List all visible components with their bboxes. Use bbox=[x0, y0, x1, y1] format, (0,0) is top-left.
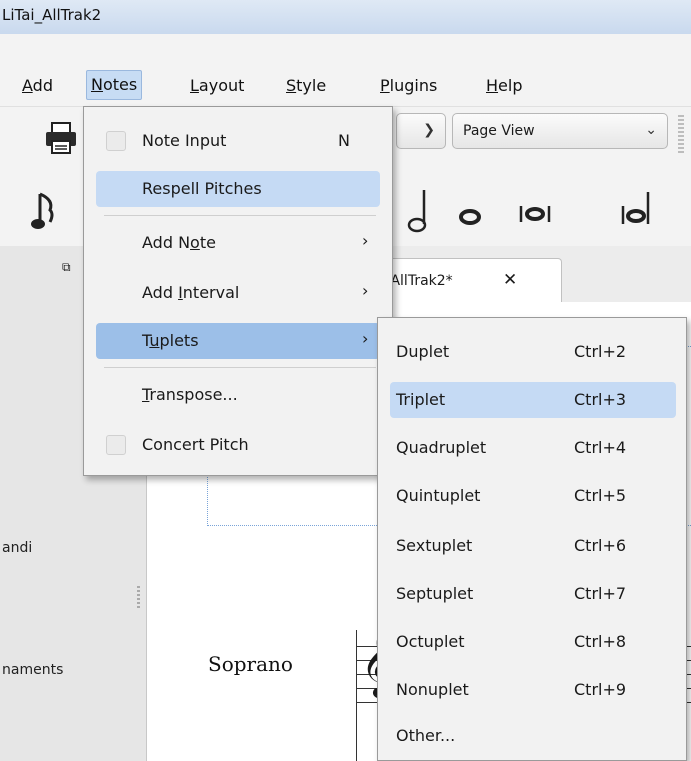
palette-item-arpeggio[interactable]: andi bbox=[2, 540, 32, 556]
menu-item-sextuplet[interactable]: Sextuplet Ctrl+6 bbox=[390, 528, 676, 564]
menu-item-nonuplet[interactable]: Nonuplet Ctrl+9 bbox=[390, 672, 676, 708]
menu-item-septuplet[interactable]: Septuplet Ctrl+7 bbox=[390, 576, 676, 612]
instrument-name: Soprano bbox=[208, 652, 293, 676]
menu-item-respell-pitches[interactable]: Respell Pitches bbox=[96, 171, 380, 207]
menu-item-add-interval[interactable]: Add Interval › bbox=[96, 275, 380, 311]
toolbar-grip[interactable] bbox=[678, 115, 684, 155]
menu-item-quadruplet[interactable]: Quadruplet Ctrl+4 bbox=[390, 430, 676, 466]
menu-plugins[interactable]: Plugins bbox=[378, 74, 439, 97]
title-bar: LiTai_AllTrak2 bbox=[0, 0, 691, 34]
note-input-icon[interactable] bbox=[30, 192, 60, 232]
chevron-right-icon: › bbox=[362, 329, 369, 348]
splitter-handle[interactable] bbox=[137, 586, 140, 610]
checkbox-icon[interactable] bbox=[106, 131, 126, 151]
menu-item-octuplet[interactable]: Octuplet Ctrl+8 bbox=[390, 624, 676, 660]
longa-note-icon[interactable] bbox=[620, 188, 654, 230]
menu-item-triplet[interactable]: Triplet Ctrl+3 bbox=[390, 382, 676, 418]
close-icon[interactable]: ✕ bbox=[503, 270, 517, 290]
view-mode-select[interactable]: Page View ⌄ bbox=[452, 113, 668, 149]
view-mode-label: Page View bbox=[463, 123, 535, 139]
chevron-right-icon: › bbox=[362, 231, 369, 250]
menu-item-note-input[interactable]: Note Input N bbox=[96, 123, 380, 159]
palette-item-ornaments[interactable]: naments bbox=[2, 662, 63, 678]
menu-separator bbox=[104, 367, 376, 368]
window-title: LiTai_AllTrak2 bbox=[2, 6, 102, 24]
menu-help[interactable]: Help bbox=[484, 74, 524, 97]
breve-note-icon[interactable] bbox=[518, 200, 552, 228]
chevron-right-icon: › bbox=[362, 281, 369, 300]
menu-notes[interactable]: Notes bbox=[86, 70, 143, 100]
chevron-down-icon: ❯ bbox=[423, 122, 435, 138]
half-note-icon[interactable] bbox=[402, 188, 432, 234]
menu-add[interactable]: Add bbox=[20, 74, 55, 97]
undock-icon[interactable]: ⧉ bbox=[62, 260, 71, 275]
menu-item-other[interactable]: Other... bbox=[390, 718, 676, 754]
whole-note-icon[interactable] bbox=[455, 204, 485, 228]
menu-separator bbox=[104, 215, 376, 216]
checkbox-icon[interactable] bbox=[106, 435, 126, 455]
chevron-down-icon: ⌄ bbox=[645, 122, 657, 138]
menu-item-concert-pitch[interactable]: Concert Pitch bbox=[96, 427, 380, 463]
menu-item-quintuplet[interactable]: Quintuplet Ctrl+5 bbox=[390, 478, 676, 514]
menu-style[interactable]: Style bbox=[284, 74, 328, 97]
zoom-combo[interactable]: ❯ bbox=[396, 113, 446, 149]
notes-menu: Note Input N Respell Pitches Add Note › … bbox=[83, 106, 393, 476]
tuplets-submenu: Duplet Ctrl+2 Triplet Ctrl+3 Quadruplet … bbox=[377, 317, 687, 761]
menu-item-tuplets[interactable]: Tuplets › bbox=[96, 323, 380, 359]
menu-item-add-note[interactable]: Add Note › bbox=[96, 225, 380, 261]
print-icon[interactable] bbox=[44, 121, 78, 155]
menu-item-duplet[interactable]: Duplet Ctrl+2 bbox=[390, 334, 676, 370]
menu-item-transpose[interactable]: Transpose... bbox=[96, 377, 380, 413]
menu-layout[interactable]: Layout bbox=[188, 74, 246, 97]
